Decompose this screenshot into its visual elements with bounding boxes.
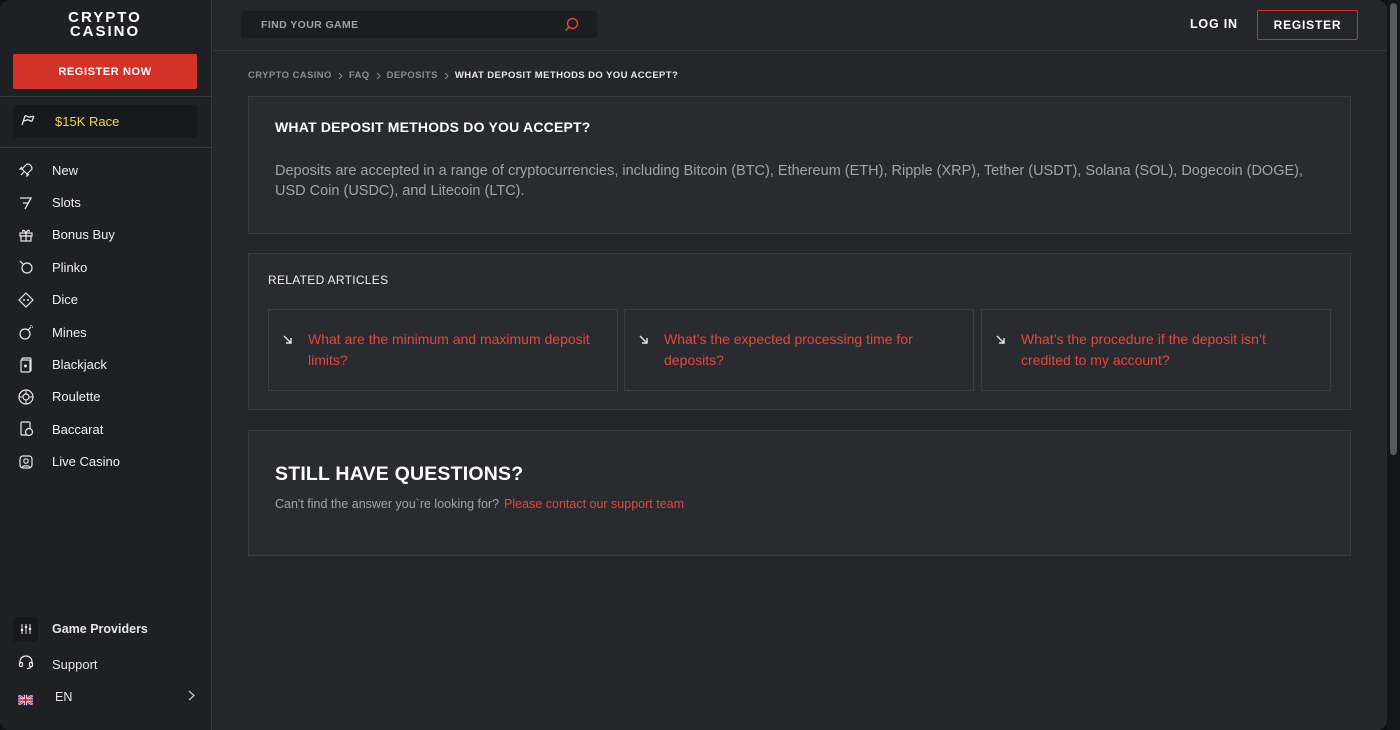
- sidebar-item-label: Bonus Buy: [52, 227, 115, 243]
- scrollbar-thumb[interactable]: [1390, 3, 1397, 455]
- sidebar-item-bonus-buy[interactable]: Bonus Buy: [0, 219, 211, 251]
- chevron-right-icon: [338, 72, 343, 80]
- chevron-right-icon: [444, 72, 449, 80]
- contact-card: STILL HAVE QUESTIONS? Can't find the ans…: [248, 430, 1351, 556]
- sliders-icon: [13, 616, 38, 642]
- register-button[interactable]: REGISTER: [1257, 10, 1358, 40]
- sidebar-item-plinko[interactable]: Plinko: [0, 251, 211, 283]
- race-label: $15K Race: [55, 114, 120, 129]
- contact-row: Can't find the answer you`re looking for…: [275, 497, 684, 511]
- sidebar-item-roulette[interactable]: Roulette: [0, 381, 211, 413]
- game-nav: New Slots Bonus Buy Plinko Dice Mines Bl…: [0, 154, 211, 478]
- breadcrumb-link[interactable]: DEPOSITS: [387, 70, 438, 81]
- uk-flag-icon: [17, 692, 34, 706]
- related-title: RELATED ARTICLES: [268, 273, 389, 287]
- race-promo[interactable]: $15K Race: [13, 105, 197, 138]
- plinko-icon: [18, 259, 34, 275]
- login-button[interactable]: LOG IN: [1190, 17, 1238, 31]
- related-article-text: What are the minimum and maximum deposit…: [308, 331, 590, 368]
- rocket-icon: [18, 162, 34, 178]
- arrow-down-right-icon: [283, 332, 293, 350]
- article-card: WHAT DEPOSIT METHODS DO YOU ACCEPT? Depo…: [248, 96, 1351, 234]
- sidebar-item-label: Roulette: [52, 389, 101, 405]
- sidebar-item-label: Support: [52, 656, 98, 672]
- sidebar-item-blackjack[interactable]: Blackjack: [0, 348, 211, 380]
- sidebar-item-label: Blackjack: [52, 357, 107, 373]
- sidebar-item-label: Dice: [52, 292, 79, 308]
- headset-icon: [18, 654, 34, 675]
- register-now-button[interactable]: REGISTER NOW: [13, 54, 197, 89]
- breadcrumb-current: WHAT DEPOSIT METHODS DO YOU ACCEPT?: [454, 70, 679, 81]
- sidebar-item-label: Baccarat: [52, 421, 104, 437]
- related-articles: RELATED ARTICLES What are the minimum an…: [248, 253, 1351, 410]
- divider: [0, 147, 211, 148]
- dice-icon: [18, 291, 34, 308]
- sidebar-item-dice[interactable]: Dice: [0, 284, 211, 316]
- language-label: EN: [55, 690, 73, 704]
- chevron-right-icon: [376, 72, 381, 80]
- related-article-link[interactable]: What’s the procedure if the deposit isn’…: [981, 309, 1331, 391]
- gift-icon: [18, 227, 34, 243]
- sidebar-item-live-casino[interactable]: Live Casino: [0, 446, 211, 478]
- breadcrumb: CRYPTO CASINO FAQ DEPOSITS WHAT DEPOSIT …: [248, 70, 678, 81]
- sidebar-item-new[interactable]: New: [0, 154, 211, 186]
- logo-line-2: CASINO: [69, 23, 141, 40]
- sidebar-item-label: Plinko: [52, 259, 88, 275]
- roulette-icon: [18, 389, 34, 405]
- related-article-link[interactable]: What’s the expected processing time for …: [624, 309, 974, 391]
- language-selector[interactable]: EN: [0, 681, 211, 713]
- cards-icon: [18, 356, 34, 373]
- related-article-link[interactable]: What are the minimum and maximum deposit…: [268, 309, 618, 391]
- sidebar-item-game-providers[interactable]: Game Providers: [0, 612, 211, 646]
- arrow-down-right-icon: [639, 332, 649, 350]
- live-dealer-icon: [18, 454, 34, 470]
- seven-icon: [18, 195, 34, 211]
- page-title: WHAT DEPOSIT METHODS DO YOU ACCEPT?: [275, 119, 591, 135]
- bomb-icon: [18, 324, 34, 340]
- related-article-text: What’s the procedure if the deposit isn’…: [1021, 331, 1266, 368]
- search-input[interactable]: [261, 18, 561, 31]
- breadcrumb-link[interactable]: CRYPTO CASINO: [248, 70, 332, 81]
- app-window: CRYPTO CASINO REGISTER NOW $15K Race New…: [0, 0, 1387, 730]
- contact-prompt: Can't find the answer you`re looking for…: [275, 497, 500, 511]
- sidebar-item-label: Game Providers: [52, 622, 148, 636]
- sidebar-item-label: New: [52, 162, 79, 178]
- sidebar-item-label: Slots: [52, 195, 81, 211]
- baccarat-icon: [18, 421, 34, 437]
- article-answer: Deposits are accepted in a range of cryp…: [275, 163, 1304, 199]
- sidebar-item-label: Mines: [52, 324, 87, 340]
- search-icon[interactable]: [564, 17, 579, 37]
- logo[interactable]: CRYPTO CASINO: [60, 10, 150, 40]
- sidebar-footer: Game Providers Support EN: [0, 612, 211, 713]
- sidebar-item-baccarat[interactable]: Baccarat: [0, 413, 211, 445]
- sidebar-item-mines[interactable]: Mines: [0, 316, 211, 348]
- search-box[interactable]: [241, 11, 597, 38]
- related-article-text: What’s the expected processing time for …: [664, 331, 913, 368]
- breadcrumb-link[interactable]: FAQ: [349, 70, 370, 81]
- sidebar: CRYPTO CASINO REGISTER NOW $15K Race New…: [0, 0, 212, 730]
- arrow-down-right-icon: [996, 332, 1006, 350]
- race-flag-icon: [21, 113, 35, 131]
- sidebar-item-support[interactable]: Support: [0, 647, 211, 681]
- sidebar-item-label: Live Casino: [52, 454, 120, 470]
- top-bar: LOG IN REGISTER: [213, 0, 1387, 51]
- contact-support-link[interactable]: Please contact our support team: [504, 497, 684, 511]
- sidebar-item-slots[interactable]: Slots: [0, 186, 211, 218]
- questions-title: STILL HAVE QUESTIONS?: [275, 463, 524, 485]
- divider: [0, 96, 211, 97]
- chevron-right-icon: [188, 688, 195, 706]
